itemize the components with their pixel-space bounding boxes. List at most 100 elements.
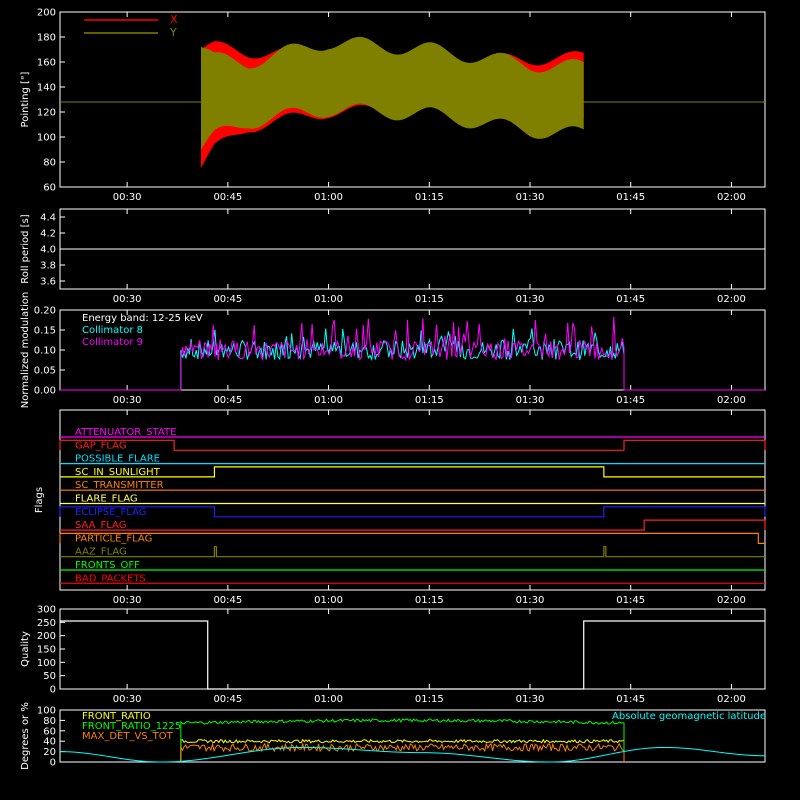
- flag-label-sc-in-sunlight: SC_IN_SUNLIGHT: [75, 467, 161, 478]
- roll-ytick-label: 4.4: [40, 213, 56, 224]
- pointing-ytick-label: 100: [37, 133, 56, 144]
- modulation-ytick-label: 0.20: [34, 306, 56, 317]
- pointing-ytick-label: 140: [37, 83, 56, 94]
- modulation-xtick-label: 01:15: [415, 395, 444, 406]
- pointing-ytick-label: 160: [37, 58, 56, 69]
- pointing-xtick-label: 01:15: [415, 192, 444, 203]
- ratios-legend-label-geomag: Absolute geomagnetic latitude: [612, 711, 766, 722]
- flag-label-flare-flag: FLARE_FLAG: [75, 494, 138, 505]
- modulation-xtick-label: 01:00: [314, 395, 343, 406]
- quality-ytick-label: 50: [43, 671, 56, 682]
- flag-label-possible-flare: POSSIBLE_FLARE: [75, 454, 160, 465]
- flag-label-eclipse-flag: ECLIPSE_FLAG: [75, 507, 146, 518]
- quality-xtick-label: 00:45: [213, 694, 242, 705]
- pointing-ytick-label: 200: [37, 8, 56, 19]
- quality-ytick-label: 100: [37, 658, 56, 669]
- flags-ylabel: Flags: [34, 487, 45, 513]
- ratios-ytick-label: 20: [43, 747, 56, 758]
- ratios-ytick-label: 40: [43, 737, 56, 748]
- flag-label-sc-transmitter: SC_TRANSMITTER: [75, 480, 164, 491]
- modulation-xtick-label: 00:30: [113, 395, 142, 406]
- flag-label-aaz-flag: AAZ_FLAG: [75, 547, 127, 558]
- quality-ytick-label: 250: [37, 618, 56, 629]
- quality-xtick-label: 01:30: [516, 694, 545, 705]
- flags-xtick-label: 01:45: [616, 595, 645, 606]
- quality-xtick-label: 01:00: [314, 694, 343, 705]
- flag-label-fronts-off: FRONTS_OFF: [75, 560, 140, 571]
- roll-xtick-label: 01:15: [415, 294, 444, 305]
- pointing-ytick-label: 180: [37, 33, 56, 44]
- flag-line-eclipse-flag: [59, 506, 766, 518]
- modulation-ytick-label: 0.05: [34, 366, 56, 377]
- flag-label-particle-flag: PARTICLE_FLAG: [75, 533, 152, 544]
- flags-xtick-label: 01:15: [415, 595, 444, 606]
- flags-xtick-label: 00:30: [113, 595, 142, 606]
- roll-xtick-label: 00:30: [113, 294, 142, 305]
- roll-xtick-label: 01:00: [314, 294, 343, 305]
- flags-xtick-label: 00:45: [213, 595, 242, 606]
- ratios-series-max-det-vs-tot: [180, 742, 625, 762]
- quality-ytick-label: 0: [50, 685, 56, 696]
- modulation-legend-label: Collimator 8: [82, 325, 143, 336]
- ratios-ytick-label: 60: [43, 726, 56, 737]
- flag-line-aaz-flag: [60, 546, 765, 558]
- flag-label-gap-flag: GAP_FLAG: [75, 440, 127, 451]
- modulation-ytick-label: 0.10: [34, 346, 56, 357]
- modulation-xtick-label: 00:45: [213, 395, 242, 406]
- modulation-ylabel: Normalized modulation: [20, 292, 31, 409]
- modulation-ytick-label: 0.00: [34, 386, 56, 397]
- modulation-xtick-label: 01:45: [616, 395, 645, 406]
- pointing-series-y-area: [201, 36, 584, 150]
- pointing-xtick-label: 01:00: [314, 192, 343, 203]
- quality-xtick-label: 01:15: [415, 694, 444, 705]
- modulation-series-collimator-9: [60, 316, 765, 391]
- flag-line-gap-flag: [59, 439, 766, 451]
- roll-xtick-label: 02:00: [717, 294, 746, 305]
- modulation-xtick-label: 02:00: [717, 395, 746, 406]
- pointing-ytick-label: 80: [43, 158, 56, 169]
- pointing-xtick-label: 00:45: [213, 192, 242, 203]
- modulation-ytick-label: 0.15: [34, 326, 56, 337]
- flag-line-saa-flag: [60, 519, 766, 531]
- pointing-xtick-label: 02:00: [717, 192, 746, 203]
- flags-xtick-label: 02:00: [717, 595, 746, 606]
- ratios-ytick-label: 0: [50, 758, 56, 769]
- quality-ylabel: Quality: [20, 631, 31, 667]
- flag-label-attenuator-state: ATTENUATOR_STATE: [75, 427, 176, 438]
- ratios-ylabel: Degrees or %: [20, 702, 31, 770]
- pointing-legend-label: Y: [169, 26, 177, 39]
- pointing-xtick-label: 01:45: [616, 192, 645, 203]
- ratios-ytick-label: 100: [37, 706, 56, 717]
- hessi-quicklook-chart: 00:30 00:45 01:00 01:15 01:30 01:45 02:0060801…: [20, 8, 766, 770]
- roll-xtick-label: 01:30: [516, 294, 545, 305]
- quality-ytick-label: 300: [37, 605, 56, 616]
- roll-ytick-label: 3.6: [40, 277, 56, 288]
- flag-label-bad-packets: BAD_PACKETS: [75, 573, 146, 584]
- pointing-ytick-label: 120: [37, 108, 56, 119]
- flag-line-sc-in-sunlight: [60, 466, 765, 478]
- quality-ytick-label: 150: [37, 645, 56, 656]
- roll-xtick-label: 00:45: [213, 294, 242, 305]
- modulation-series-collimator-8: [60, 328, 765, 391]
- quality-line: [60, 620, 765, 690]
- ratios-series-front-ratio: [180, 738, 625, 762]
- flags-xtick-label: 01:00: [314, 595, 343, 606]
- modulation-xtick-label: 01:30: [516, 395, 545, 406]
- pointing-ytick-label: 60: [43, 183, 56, 194]
- roll-ylabel: Roll period [s]: [20, 214, 31, 283]
- roll-ytick-label: 3.8: [40, 261, 56, 272]
- modulation-energy-band-label: Energy band: 12-25 keV: [82, 313, 203, 324]
- quality-xtick-label: 00:30: [113, 694, 142, 705]
- pointing-xtick-label: 01:30: [516, 192, 545, 203]
- modulation-legend-label: Collimator 9: [82, 337, 143, 348]
- quality-ytick-label: 200: [37, 631, 56, 642]
- quality-xtick-label: 02:00: [717, 694, 746, 705]
- pointing-ylabel: Pointing ["]: [20, 71, 31, 127]
- ratios-ytick-label: 80: [43, 716, 56, 727]
- ratios-legend-label: MAX_DET_VS_TOT: [82, 731, 174, 742]
- roll-ytick-label: 4.0: [40, 245, 56, 256]
- roll-xtick-label: 01:45: [616, 294, 645, 305]
- pointing-legend-label: X: [170, 13, 178, 26]
- flags-xtick-label: 01:30: [516, 595, 545, 606]
- quality-xtick-label: 01:45: [616, 694, 645, 705]
